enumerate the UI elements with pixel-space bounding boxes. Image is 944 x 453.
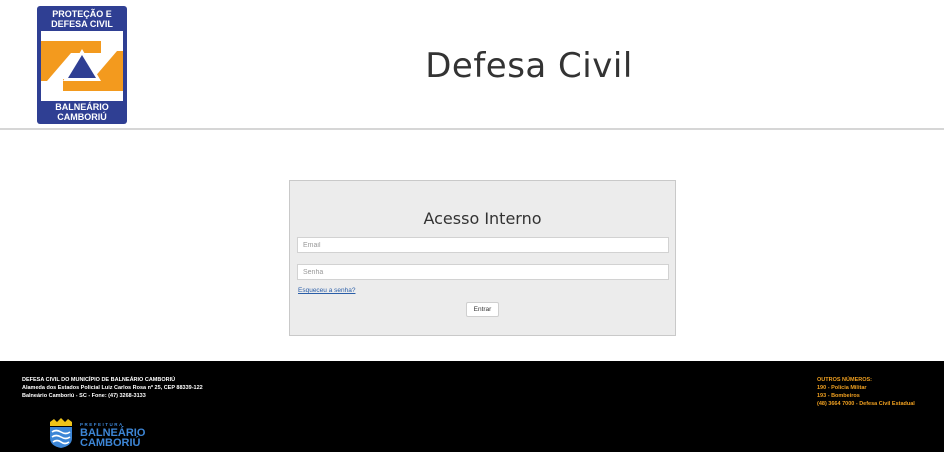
site-header: PROTEÇÃO E DEFESA CIVIL BALNEÁRIO CAMBOR…: [0, 0, 944, 128]
password-field[interactable]: [297, 264, 669, 280]
email-field[interactable]: [297, 237, 669, 253]
login-submit-button[interactable]: Entrar: [466, 302, 499, 317]
header-divider: [0, 128, 944, 130]
site-footer: DEFESA CIVIL DO MUNICÍPIO DE BALNEÁRIO C…: [0, 361, 944, 452]
prefeitura-name-line2: CAMBORIÚ: [80, 437, 141, 449]
city-crest-icon: [50, 418, 72, 448]
logo-top-text: PROTEÇÃO E DEFESA CIVIL: [51, 9, 113, 29]
other-number-firefighters: 193 - Bombeiros: [817, 393, 860, 399]
prefeitura-logo[interactable]: PREFEITURA BALNEÁRIO CAMBORIÚ: [47, 418, 157, 449]
footer-phone: Balneário Camboriú - SC - Fone: (47) 326…: [22, 393, 146, 399]
footer-address: Alameda dos Estados Policial Luiz Carlos…: [22, 385, 203, 391]
other-number-police: 190 - Polícia Militar: [817, 385, 867, 391]
other-number-state-civil-defense: (48) 3664 7000 - Defesa Civil Estadual: [817, 401, 915, 407]
footer-other-numbers: OUTROS NÚMEROS: 190 - Polícia Militar 19…: [817, 376, 915, 408]
login-title: Acesso Interno: [423, 209, 542, 228]
login-panel: Acesso Interno Esqueceu a senha? Entrar: [289, 180, 676, 336]
forgot-password-link[interactable]: Esqueceu a senha?: [298, 287, 355, 294]
footer-contact: DEFESA CIVIL DO MUNICÍPIO DE BALNEÁRIO C…: [22, 376, 203, 400]
logo-bottom-text: BALNEÁRIO CAMBORIÚ: [55, 102, 109, 122]
prefeitura-wordmark: PREFEITURA BALNEÁRIO CAMBORIÚ: [80, 422, 145, 449]
other-numbers-title: OUTROS NÚMEROS:: [817, 377, 872, 383]
footer-org-name: DEFESA CIVIL DO MUNICÍPIO DE BALNEÁRIO C…: [22, 377, 176, 383]
page-title: Defesa Civil: [425, 46, 633, 86]
